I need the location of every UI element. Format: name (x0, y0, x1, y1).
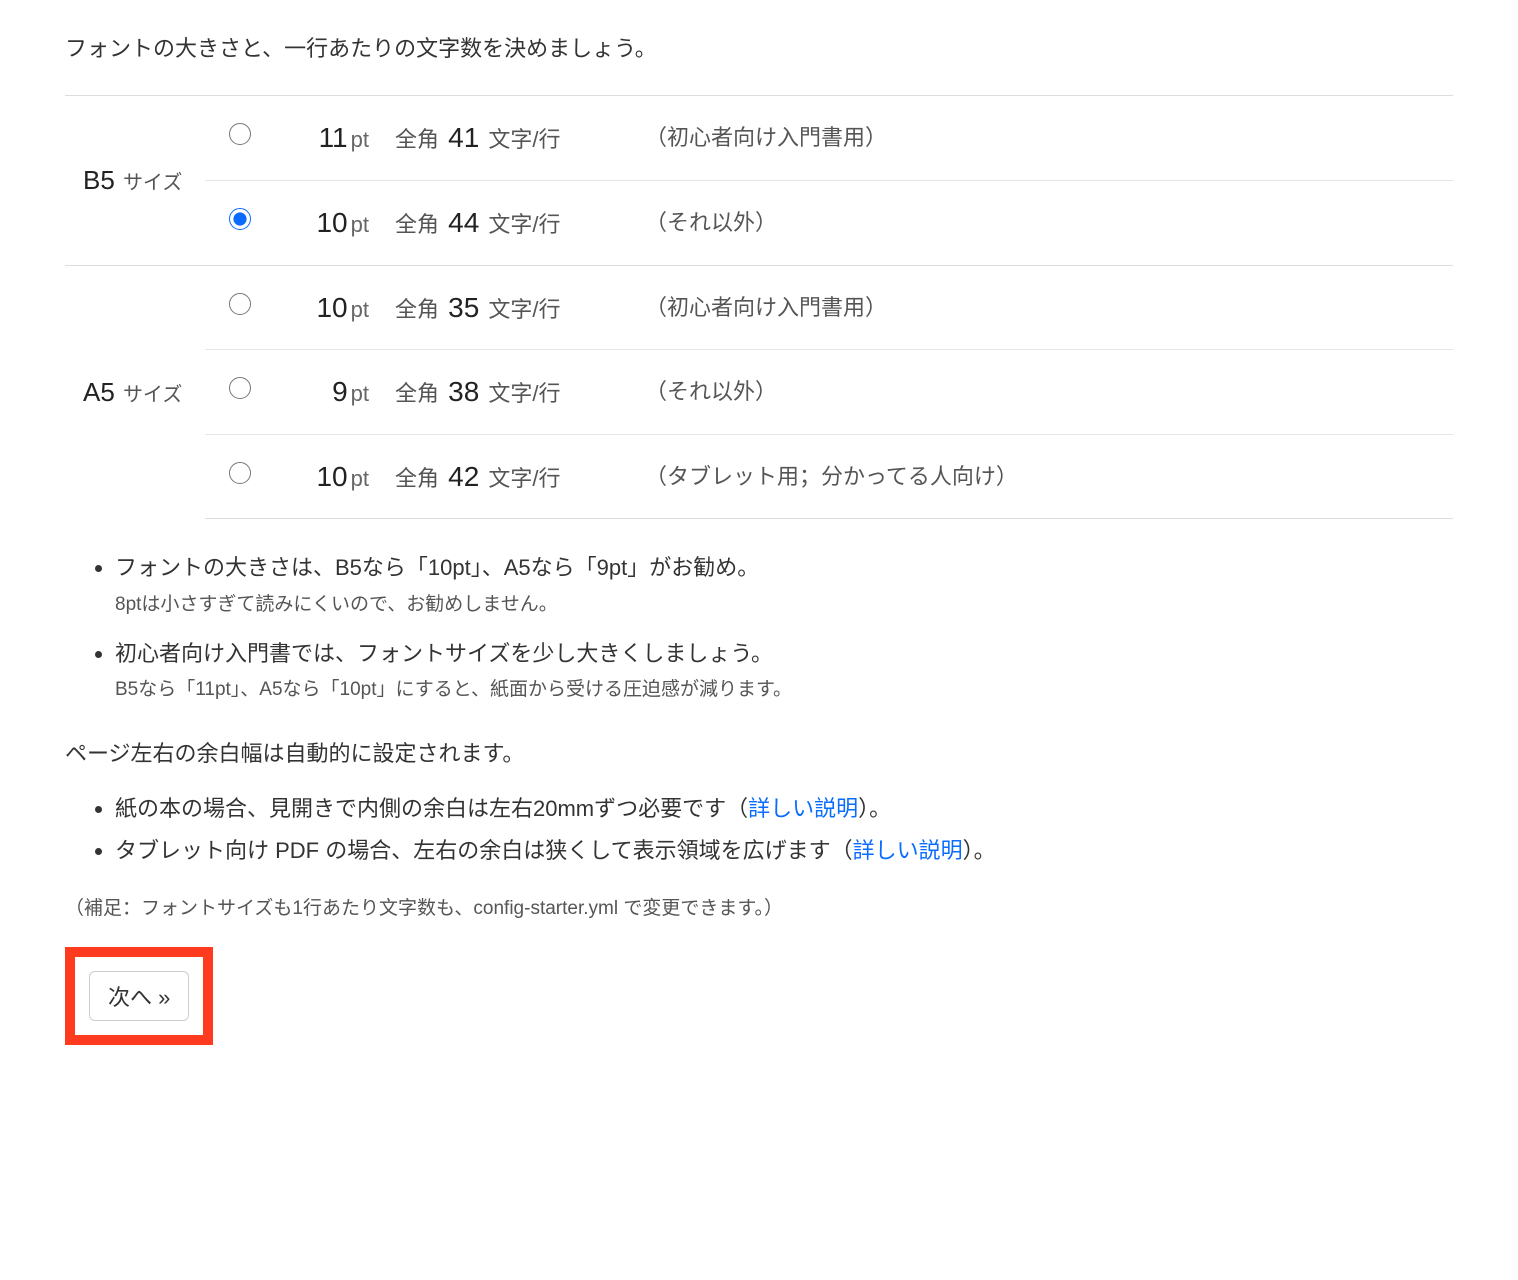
pt-a5-10t: 10pt (275, 434, 385, 519)
tip-sub-1: 8ptは小さすぎて読みにくいので、お勧めしません。 (115, 589, 1453, 621)
chars-prefix: 全角 (395, 297, 439, 322)
pt-b5-11: 11pt (275, 96, 385, 181)
note-a5-9: （それ以外） (615, 350, 1453, 435)
next-button-highlight: 次へ » (65, 947, 213, 1045)
size-b5-code: B5 (83, 165, 115, 195)
radio-a5-10pt-tablet[interactable] (229, 462, 251, 484)
chars-b5-11: 全角 41 文字/行 (385, 96, 615, 181)
pt-num: 10 (316, 461, 347, 492)
pt-num: 10 (316, 207, 347, 238)
pt-unit: pt (351, 466, 369, 491)
chars-suffix: 文字/行 (488, 466, 560, 491)
size-label-b5: B5 サイズ (65, 96, 205, 265)
intro-text: フォントの大きさと、一行あたりの文字数を決めましょう。 (65, 30, 1453, 67)
tips-list: フォントの大きさは、B5なら「10pt」、A5なら「9pt」がお勧め。 8ptは… (65, 549, 1453, 706)
chars-prefix: 全角 (395, 381, 439, 406)
pt-unit: pt (351, 297, 369, 322)
next-button[interactable]: 次へ » (89, 971, 189, 1021)
tip-sub-2: B5なら「11pt」、A5なら「10pt」にすると、紙面から受ける圧迫感が減りま… (115, 674, 1453, 706)
row-a5-10: A5 サイズ 10pt 全角 35 文字/行 （初心者向け入門書用） (65, 265, 1453, 350)
row-b5-11: B5 サイズ 11pt 全角 41 文字/行 （初心者向け入門書用） (65, 96, 1453, 181)
margin-intro-text: ページ左右の余白幅は自動的に設定されます。 (65, 735, 1453, 772)
pt-unit: pt (351, 127, 369, 152)
font-size-table: B5 サイズ 11pt 全角 41 文字/行 （初心者向け入門書用） 10pt (65, 95, 1453, 519)
tip-item-2: 初心者向け入門書では、フォントサイズを少し大きくしましょう。 B5なら「11pt… (115, 635, 1453, 707)
chars-num: 35 (448, 292, 479, 323)
chars-num: 38 (448, 376, 479, 407)
row-b5-10: 10pt 全角 44 文字/行 （それ以外） (65, 180, 1453, 265)
margin-item-tablet: タブレット向け PDF の場合、左右の余白は狭くして表示領域を広げます（詳しい説… (115, 832, 1453, 869)
chars-prefix: 全角 (395, 127, 439, 152)
row-a5-10t: 10pt 全角 42 文字/行 （タブレット用；分かってる人向け） (65, 434, 1453, 519)
chars-suffix: 文字/行 (488, 212, 560, 237)
radio-a5-10pt[interactable] (229, 293, 251, 315)
size-a5-suffix: サイズ (123, 384, 182, 406)
chars-a5-10t: 全角 42 文字/行 (385, 434, 615, 519)
margin-item-paper: 紙の本の場合、見開きで内側の余白は左右20mmずつ必要です（詳しい説明）。 (115, 790, 1453, 827)
pt-a5-9: 9pt (275, 350, 385, 435)
footnote-text: （補足：フォントサイズも1行あたり文字数も、config-starter.yml… (65, 893, 1453, 925)
pt-b5-10: 10pt (275, 180, 385, 265)
size-label-a5: A5 サイズ (65, 265, 205, 519)
pt-num: 11 (319, 122, 348, 153)
radio-b5-11pt[interactable] (229, 123, 251, 145)
pt-unit: pt (351, 212, 369, 237)
chars-a5-10: 全角 35 文字/行 (385, 265, 615, 350)
note-a5-10: （初心者向け入門書用） (615, 265, 1453, 350)
tip-main-2: 初心者向け入門書では、フォントサイズを少し大きくしましょう。 (115, 641, 773, 666)
tip-main-1: フォントの大きさは、B5なら「10pt」、A5なら「9pt」がお勧め。 (115, 555, 759, 580)
pt-num: 10 (316, 292, 347, 323)
pt-a5-10: 10pt (275, 265, 385, 350)
size-a5-code: A5 (83, 377, 115, 407)
chars-num: 42 (448, 461, 479, 492)
chars-num: 41 (448, 122, 479, 153)
chars-prefix: 全角 (395, 212, 439, 237)
margin-post-2: ）。 (963, 838, 996, 863)
chars-suffix: 文字/行 (488, 297, 560, 322)
chars-a5-9: 全角 38 文字/行 (385, 350, 615, 435)
margin-pre-1: 紙の本の場合、見開きで内側の余白は左右20mmずつ必要です（ (115, 796, 748, 821)
chars-suffix: 文字/行 (488, 127, 560, 152)
margin-pre-2: タブレット向け PDF の場合、左右の余白は狭くして表示領域を広げます（ (115, 838, 853, 863)
chars-suffix: 文字/行 (488, 381, 560, 406)
note-a5-10t: （タブレット用；分かってる人向け） (615, 434, 1453, 519)
note-b5-11: （初心者向け入門書用） (615, 96, 1453, 181)
tip-item-1: フォントの大きさは、B5なら「10pt」、A5なら「9pt」がお勧め。 8ptは… (115, 549, 1453, 621)
row-a5-9: 9pt 全角 38 文字/行 （それ以外） (65, 350, 1453, 435)
link-detail-tablet[interactable]: 詳しい説明 (853, 838, 963, 863)
radio-b5-10pt[interactable] (229, 208, 251, 230)
chars-num: 44 (448, 207, 479, 238)
chars-prefix: 全角 (395, 466, 439, 491)
chars-b5-10: 全角 44 文字/行 (385, 180, 615, 265)
margin-post-1: ）。 (858, 796, 891, 821)
radio-a5-9pt[interactable] (229, 377, 251, 399)
size-b5-suffix: サイズ (123, 172, 182, 194)
link-detail-paper[interactable]: 詳しい説明 (748, 796, 858, 821)
pt-num: 9 (332, 376, 348, 407)
margin-list: 紙の本の場合、見開きで内側の余白は左右20mmずつ必要です（詳しい説明）。 タブ… (65, 790, 1453, 869)
pt-unit: pt (351, 381, 369, 406)
note-b5-10: （それ以外） (615, 180, 1453, 265)
